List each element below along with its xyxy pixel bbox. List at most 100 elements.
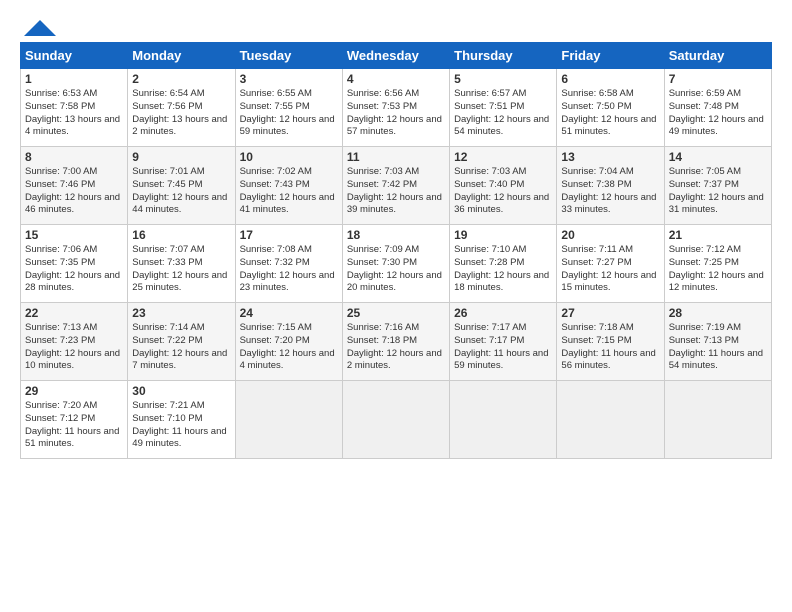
calendar-cell (664, 381, 771, 459)
cell-content: Sunrise: 7:02 AMSunset: 7:43 PMDaylight:… (240, 166, 338, 217)
day-number: 10 (240, 150, 338, 164)
calendar-cell: 16 Sunrise: 7:07 AMSunset: 7:33 PMDayligh… (128, 225, 235, 303)
calendar-cell: 15 Sunrise: 7:06 AMSunset: 7:35 PMDayligh… (21, 225, 128, 303)
cell-content: Sunrise: 7:17 AMSunset: 7:17 PMDaylight:… (454, 322, 552, 373)
logo-icon (22, 18, 58, 38)
cell-content: Sunrise: 7:04 AMSunset: 7:38 PMDaylight:… (561, 166, 659, 217)
day-header-wednesday: Wednesday (342, 43, 449, 69)
week-row-5: 22 Sunrise: 7:13 AMSunset: 7:23 PMDayligh… (21, 303, 772, 381)
logo (20, 18, 58, 32)
cell-content: Sunrise: 7:00 AMSunset: 7:46 PMDaylight:… (25, 166, 123, 217)
calendar-cell: 25 Sunrise: 7:16 AMSunset: 7:18 PMDayligh… (342, 303, 449, 381)
cell-content: Sunrise: 6:55 AMSunset: 7:55 PMDaylight:… (240, 88, 338, 139)
day-number: 7 (669, 72, 767, 86)
calendar-cell: 22 Sunrise: 7:13 AMSunset: 7:23 PMDayligh… (21, 303, 128, 381)
calendar-cell: 29 Sunrise: 7:20 AMSunset: 7:12 PMDayligh… (21, 381, 128, 459)
calendar-cell: 10 Sunrise: 7:02 AMSunset: 7:43 PMDayligh… (235, 147, 342, 225)
calendar-cell: 5 Sunrise: 6:57 AMSunset: 7:51 PMDaylight… (450, 69, 557, 147)
day-number: 6 (561, 72, 659, 86)
calendar-cell: 20Sunrise: 7:11 AMSunset: 7:27 PMDayligh… (557, 225, 664, 303)
day-number: 5 (454, 72, 552, 86)
calendar-cell: 3 Sunrise: 6:55 AMSunset: 7:55 PMDaylight… (235, 69, 342, 147)
calendar-cell: 18 Sunrise: 7:09 AMSunset: 7:30 PMDayligh… (342, 225, 449, 303)
cell-content: Sunrise: 7:14 AMSunset: 7:22 PMDaylight:… (132, 322, 230, 373)
day-number: 18 (347, 228, 445, 242)
day-number: 28 (669, 306, 767, 320)
day-number: 1 (25, 72, 123, 86)
calendar-cell: 30 Sunrise: 7:21 AMSunset: 7:10 PMDayligh… (128, 381, 235, 459)
calendar-cell: 4Sunrise: 6:56 AMSunset: 7:53 PMDaylight… (342, 69, 449, 147)
cell-content: Sunrise: 7:19 AMSunset: 7:13 PMDaylight:… (669, 322, 767, 373)
week-row-4: 15 Sunrise: 7:06 AMSunset: 7:35 PMDayligh… (21, 225, 772, 303)
cell-content: Sunrise: 7:07 AMSunset: 7:33 PMDaylight:… (132, 244, 230, 295)
day-number: 12 (454, 150, 552, 164)
calendar-cell: 28 Sunrise: 7:19 AMSunset: 7:13 PMDayligh… (664, 303, 771, 381)
calendar-cell (342, 381, 449, 459)
cell-content: Sunrise: 7:15 AMSunset: 7:20 PMDaylight:… (240, 322, 338, 373)
calendar-cell: 9 Sunrise: 7:01 AMSunset: 7:45 PMDaylight… (128, 147, 235, 225)
cell-content: Sunrise: 7:03 AMSunset: 7:42 PMDaylight:… (347, 166, 445, 217)
calendar-cell: 19 Sunrise: 7:10 AMSunset: 7:28 PMDayligh… (450, 225, 557, 303)
day-number: 14 (669, 150, 767, 164)
cell-content: Sunrise: 7:08 AMSunset: 7:32 PMDaylight:… (240, 244, 338, 295)
day-number: 3 (240, 72, 338, 86)
calendar-cell: 2 Sunrise: 6:54 AMSunset: 7:56 PMDaylight… (128, 69, 235, 147)
day-number: 29 (25, 384, 123, 398)
cell-content: Sunrise: 7:05 AMSunset: 7:37 PMDaylight:… (669, 166, 767, 217)
day-number: 27 (561, 306, 659, 320)
cell-content: Sunrise: 6:54 AMSunset: 7:56 PMDaylight:… (132, 88, 230, 139)
day-number: 2 (132, 72, 230, 86)
day-number: 30 (132, 384, 230, 398)
cell-content: Sunrise: 6:56 AMSunset: 7:53 PMDaylight:… (347, 88, 445, 139)
day-header-friday: Friday (557, 43, 664, 69)
week-row-6: 29 Sunrise: 7:20 AMSunset: 7:12 PMDayligh… (21, 381, 772, 459)
day-header-monday: Monday (128, 43, 235, 69)
calendar-cell: 6 Sunrise: 6:58 AMSunset: 7:50 PMDaylight… (557, 69, 664, 147)
cell-content: Sunrise: 7:18 AMSunset: 7:15 PMDaylight:… (561, 322, 659, 373)
week-row-2: 1 Sunrise: 6:53 AMSunset: 7:58 PMDaylight… (21, 69, 772, 147)
calendar-cell: 13 Sunrise: 7:04 AMSunset: 7:38 PMDayligh… (557, 147, 664, 225)
calendar-cell: 1 Sunrise: 6:53 AMSunset: 7:58 PMDaylight… (21, 69, 128, 147)
day-number: 22 (25, 306, 123, 320)
day-header-tuesday: Tuesday (235, 43, 342, 69)
day-number: 13 (561, 150, 659, 164)
day-number: 8 (25, 150, 123, 164)
day-number: 19 (454, 228, 552, 242)
cell-content: Sunrise: 6:58 AMSunset: 7:50 PMDaylight:… (561, 88, 659, 139)
cell-content: Sunrise: 7:10 AMSunset: 7:28 PMDaylight:… (454, 244, 552, 295)
day-number: 15 (25, 228, 123, 242)
calendar-page: SundayMondayTuesdayWednesdayThursdayFrid… (0, 0, 792, 612)
week-row-3: 8 Sunrise: 7:00 AMSunset: 7:46 PMDaylight… (21, 147, 772, 225)
day-header-saturday: Saturday (664, 43, 771, 69)
day-number: 9 (132, 150, 230, 164)
cell-content: Sunrise: 7:13 AMSunset: 7:23 PMDaylight:… (25, 322, 123, 373)
cell-content: Sunrise: 7:06 AMSunset: 7:35 PMDaylight:… (25, 244, 123, 295)
day-number: 25 (347, 306, 445, 320)
calendar-cell: 27 Sunrise: 7:18 AMSunset: 7:15 PMDayligh… (557, 303, 664, 381)
cell-content: Sunrise: 7:03 AMSunset: 7:40 PMDaylight:… (454, 166, 552, 217)
cell-content: Sunrise: 6:57 AMSunset: 7:51 PMDaylight:… (454, 88, 552, 139)
calendar-cell: 17 Sunrise: 7:08 AMSunset: 7:32 PMDayligh… (235, 225, 342, 303)
calendar-cell: 11 Sunrise: 7:03 AMSunset: 7:42 PMDayligh… (342, 147, 449, 225)
calendar-cell: 21 Sunrise: 7:12 AMSunset: 7:25 PMDayligh… (664, 225, 771, 303)
cell-content: Sunrise: 6:53 AMSunset: 7:58 PMDaylight:… (25, 88, 123, 139)
calendar-table: SundayMondayTuesdayWednesdayThursdayFrid… (20, 42, 772, 459)
day-number: 21 (669, 228, 767, 242)
cell-content: Sunrise: 7:21 AMSunset: 7:10 PMDaylight:… (132, 400, 230, 451)
calendar-cell: 12 Sunrise: 7:03 AMSunset: 7:40 PMDayligh… (450, 147, 557, 225)
cell-content: Sunrise: 7:12 AMSunset: 7:25 PMDaylight:… (669, 244, 767, 295)
calendar-cell: 14 Sunrise: 7:05 AMSunset: 7:37 PMDayligh… (664, 147, 771, 225)
calendar-cell (450, 381, 557, 459)
cell-content: Sunrise: 7:20 AMSunset: 7:12 PMDaylight:… (25, 400, 123, 451)
day-header-thursday: Thursday (450, 43, 557, 69)
cell-content: Sunrise: 7:09 AMSunset: 7:30 PMDaylight:… (347, 244, 445, 295)
calendar-cell (557, 381, 664, 459)
header (20, 18, 772, 32)
cell-content: Sunrise: 7:01 AMSunset: 7:45 PMDaylight:… (132, 166, 230, 217)
day-header-sunday: Sunday (21, 43, 128, 69)
day-number: 17 (240, 228, 338, 242)
day-number: 11 (347, 150, 445, 164)
days-header-row: SundayMondayTuesdayWednesdayThursdayFrid… (21, 43, 772, 69)
cell-content: Sunrise: 7:16 AMSunset: 7:18 PMDaylight:… (347, 322, 445, 373)
day-number: 16 (132, 228, 230, 242)
